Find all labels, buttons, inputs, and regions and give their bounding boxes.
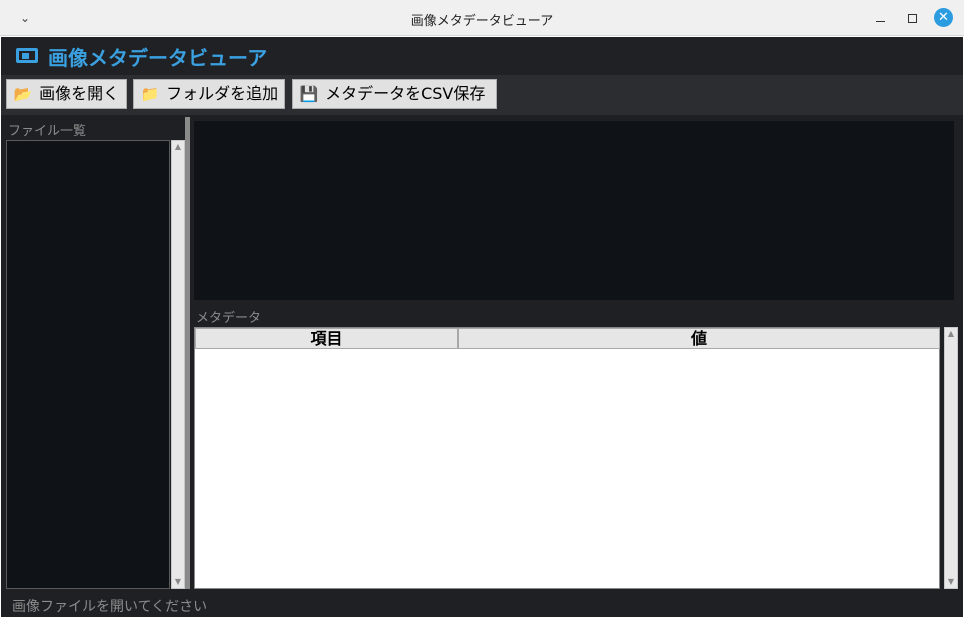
open-image-button[interactable]: 📂 画像を開く — [6, 79, 127, 109]
app-window: 画像メタデータビューア 📂 画像を開く 📁 フォルダを追加 💾 メタデータをCS… — [1, 37, 963, 617]
status-bar: 画像ファイルを開いてください — [1, 592, 963, 617]
window-titlebar: ⌄ 画像メタデータビューア ✕ — [0, 0, 964, 36]
metadata-table-scrollbar[interactable]: ▲ ▼ — [944, 327, 958, 589]
minimize-button[interactable] — [872, 8, 890, 28]
save-csv-button[interactable]: 💾 メタデータをCSV保存 — [292, 79, 497, 109]
scroll-down-icon[interactable]: ▼ — [172, 576, 184, 588]
pane-splitter[interactable] — [185, 117, 190, 589]
column-header-item[interactable]: 項目 — [195, 328, 458, 349]
image-frame-icon — [16, 46, 40, 64]
column-header-value[interactable]: 値 — [458, 328, 940, 349]
file-list-label: ファイル一覧 — [8, 124, 87, 139]
add-folder-label: フォルダを追加 — [166, 84, 279, 103]
scroll-up-icon[interactable]: ▲ — [945, 328, 957, 340]
status-text: 画像ファイルを開いてください — [12, 599, 208, 615]
scroll-up-icon[interactable]: ▲ — [172, 141, 184, 153]
image-preview — [194, 121, 954, 300]
metadata-table[interactable]: 項目 値 — [194, 327, 940, 589]
close-button[interactable]: ✕ — [934, 8, 953, 27]
file-list-scrollbar[interactable]: ▲ ▼ — [171, 140, 185, 589]
floppy-disk-icon: 💾 — [299, 85, 319, 103]
scroll-down-icon[interactable]: ▼ — [945, 576, 957, 588]
window-title: 画像メタデータビューア — [410, 14, 554, 29]
app-title: 画像メタデータビューア — [48, 46, 268, 70]
open-folder-icon: 📂 — [13, 85, 33, 103]
file-list[interactable] — [6, 140, 170, 589]
app-header: 画像メタデータビューア — [1, 37, 963, 75]
open-image-label: 画像を開く — [39, 84, 120, 103]
folder-icon: 📁 — [140, 85, 160, 103]
metadata-label: メタデータ — [196, 311, 262, 326]
toolbar: 📂 画像を開く 📁 フォルダを追加 💾 メタデータをCSV保存 — [1, 75, 963, 115]
maximize-button[interactable] — [903, 9, 921, 27]
save-csv-label: メタデータをCSV保存 — [325, 84, 486, 103]
add-folder-button[interactable]: 📁 フォルダを追加 — [133, 79, 285, 109]
